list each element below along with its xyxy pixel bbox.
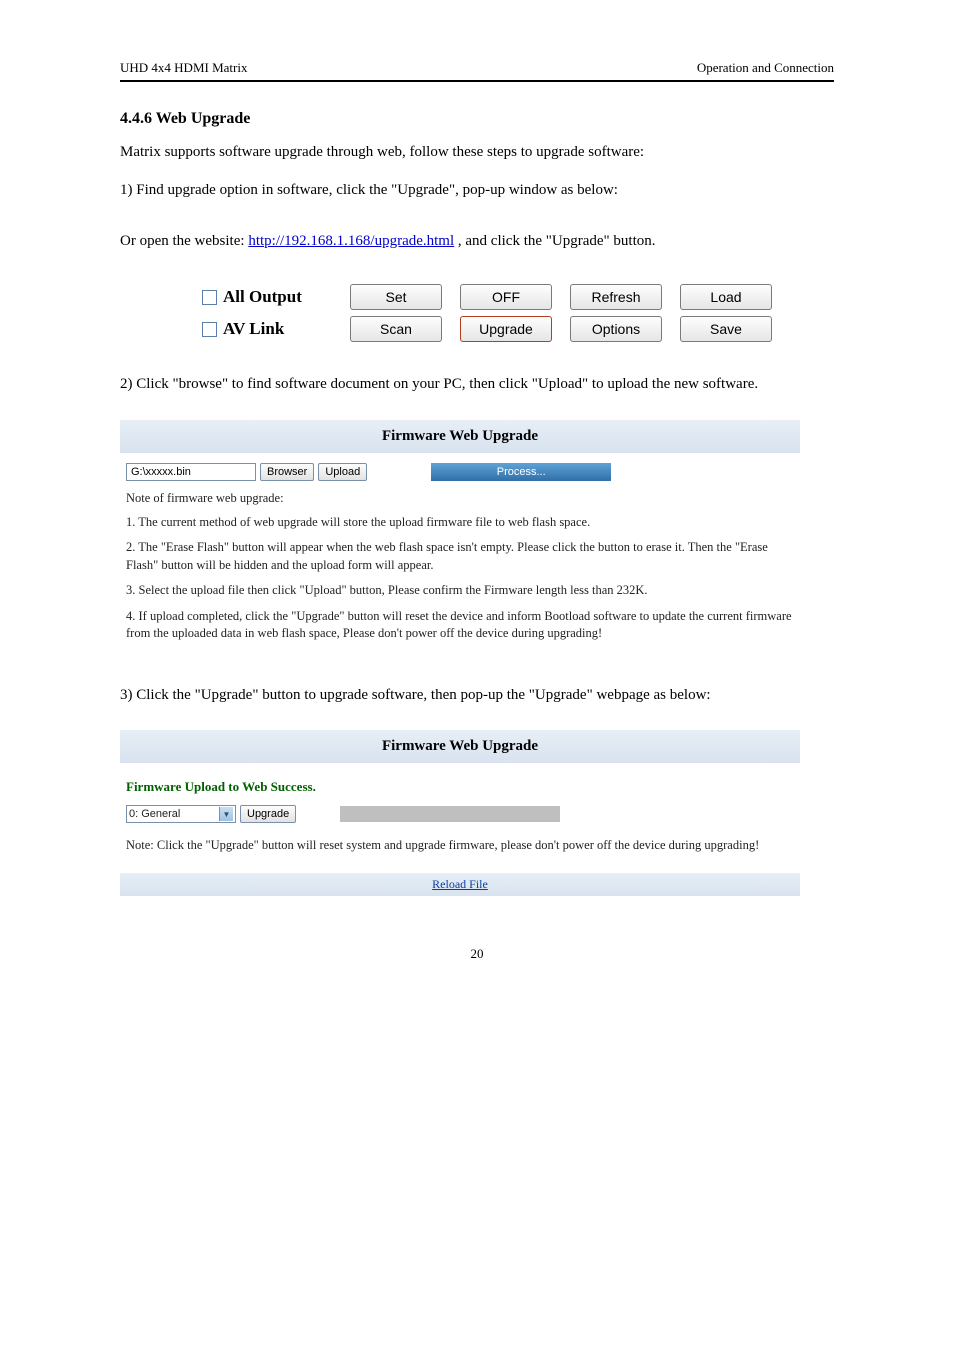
progress-bar [340, 806, 560, 822]
page-number: 20 [120, 946, 834, 962]
fw-note-heading: Note of firmware web upgrade: [126, 491, 794, 506]
refresh-button[interactable]: Refresh [570, 284, 662, 310]
step1-text: 1) Find upgrade option in software, clic… [120, 178, 834, 255]
step3-text: 3) Click the "Upgrade" button to upgrade… [120, 683, 834, 709]
label-all-output: All Output [223, 287, 302, 307]
header-right: Operation and Connection [697, 60, 834, 76]
fw-panel-title: Firmware Web Upgrade [120, 420, 800, 453]
process-bar: Process... [431, 463, 611, 481]
section-heading-web-upgrade: 4.4.6 Web Upgrade [120, 110, 834, 128]
reload-file-link[interactable]: Reload File [432, 877, 488, 891]
step1-line: 1) Find upgrade option in software, clic… [120, 182, 618, 198]
browser-button[interactable]: Browser [260, 463, 314, 481]
set-button[interactable]: Set [350, 284, 442, 310]
upgrade-url-link[interactable]: http://192.168.1.168/upgrade.html [248, 233, 454, 249]
step1-link-prefix: Or open the website: [120, 233, 248, 249]
fw2-note: Note: Click the "Upgrade" button will re… [126, 837, 794, 855]
firmware-upgrade-panel-2: Firmware Web Upgrade Firmware Upload to … [120, 730, 800, 896]
fw-note-3: 3. Select the upload file then click "Up… [126, 582, 794, 600]
step1-link-suffix: , and click the "Upgrade" button. [458, 233, 656, 249]
header-rule-thick [120, 80, 834, 82]
upgrade-button-2[interactable]: Upgrade [240, 805, 296, 823]
scan-button[interactable]: Scan [350, 316, 442, 342]
intro-text: Matrix supports software upgrade through… [120, 140, 834, 166]
load-button[interactable]: Load [680, 284, 772, 310]
firmware-upgrade-panel-1: Firmware Web Upgrade Browser Upload Proc… [120, 420, 800, 661]
checkbox-av-link[interactable] [202, 322, 217, 337]
save-button[interactable]: Save [680, 316, 772, 342]
toolbar-screenshot: All Output Set OFF Refresh Load AV Link … [160, 272, 794, 354]
fw-panel2-title: Firmware Web Upgrade [120, 730, 800, 763]
options-button[interactable]: Options [570, 316, 662, 342]
firmware-select[interactable]: 0: General ▼ [126, 805, 236, 823]
upload-button[interactable]: Upload [318, 463, 367, 481]
fw-note-2: 2. The "Erase Flash" button will appear … [126, 539, 794, 574]
upgrade-button[interactable]: Upgrade [460, 316, 552, 342]
fw-note-4: 4. If upload completed, click the "Upgra… [126, 608, 794, 643]
off-button[interactable]: OFF [460, 284, 552, 310]
select-value: 0: General [129, 808, 180, 820]
upload-success-message: Firmware Upload to Web Success. [126, 779, 794, 795]
label-av-link: AV Link [223, 319, 284, 339]
file-path-input[interactable] [126, 463, 256, 481]
chevron-down-icon: ▼ [219, 807, 233, 821]
step2-text: 2) Click "browse" to find software docum… [120, 372, 834, 398]
checkbox-all-output[interactable] [202, 290, 217, 305]
fw-note-1: 1. The current method of web upgrade wil… [126, 514, 794, 532]
header-left: UHD 4x4 HDMI Matrix [120, 60, 247, 76]
